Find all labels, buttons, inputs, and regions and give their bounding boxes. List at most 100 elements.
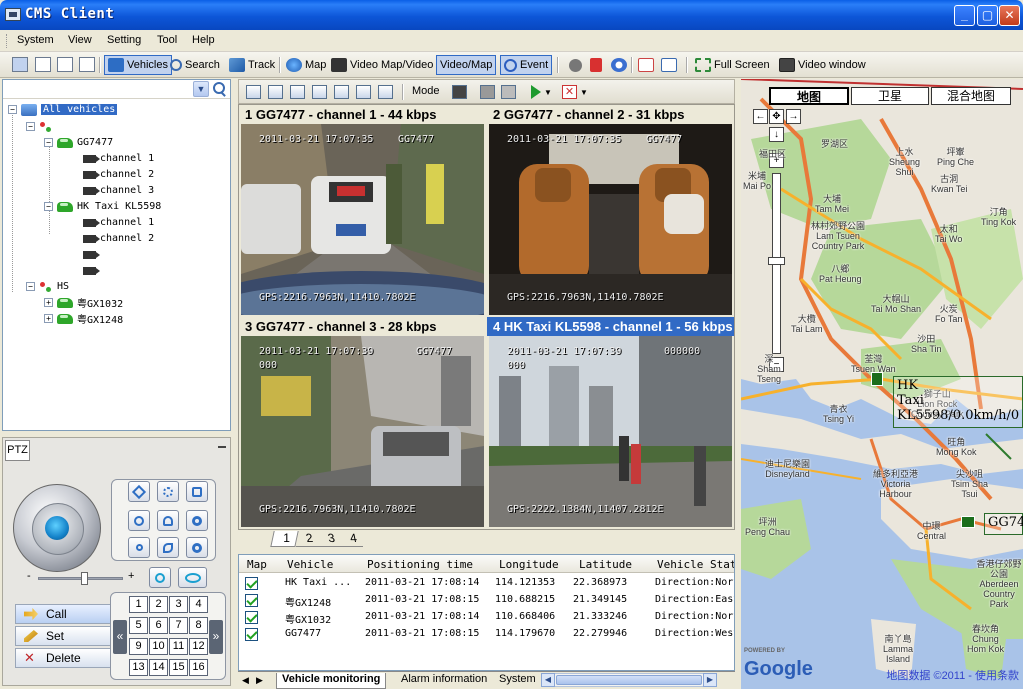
preset-14[interactable]: 14 xyxy=(149,659,168,676)
pan-center-icon[interactable]: ✥ xyxy=(769,109,784,124)
event-button[interactable]: Event xyxy=(500,55,553,75)
vehicle-map-label[interactable]: HK Taxi KL5598/0.0km/h/0 xyxy=(893,376,1023,428)
map-tab-map[interactable]: 地图 xyxy=(769,87,849,105)
report-button[interactable] xyxy=(635,55,657,75)
tree-channel[interactable]: channel 2 xyxy=(83,231,154,246)
capture-icon[interactable] xyxy=(452,85,467,99)
mode-button[interactable]: Mode xyxy=(412,85,440,97)
table-row[interactable]: 粤GX1248 2011-03-21 17:08:15 110.688215 2… xyxy=(239,592,734,609)
intercom-button[interactable] xyxy=(587,55,605,75)
preset-11[interactable]: 11 xyxy=(169,638,188,655)
tree-vehicle-hk-taxi[interactable]: − HK Taxi KL5598 xyxy=(44,199,161,214)
preset-6[interactable]: 6 xyxy=(149,617,168,634)
layout-right-panel-button[interactable] xyxy=(79,57,95,72)
collapse-icon[interactable]: − xyxy=(26,282,35,291)
preset-next-button[interactable]: » xyxy=(209,620,223,654)
preset-8[interactable]: 8 xyxy=(189,617,208,634)
tree-channel[interactable]: channel 3 xyxy=(83,183,154,198)
bulb-icon[interactable] xyxy=(149,567,171,588)
tree-channel[interactable]: channel 1 xyxy=(83,215,154,230)
video-feed[interactable]: 2011-03-21 17:07:35 GG7477 GPS:2216.7963… xyxy=(489,124,732,315)
tab-vehicle-monitoring[interactable]: Vehicle monitoring xyxy=(276,673,387,689)
delete-button[interactable]: ✕ Delete xyxy=(15,648,111,668)
column-header[interactable]: Vehicle xyxy=(287,558,333,571)
zoom-in-icon[interactable] xyxy=(186,537,208,558)
layout-custom-icon[interactable] xyxy=(356,85,371,99)
set-button[interactable]: Set xyxy=(15,626,111,646)
video-cell-3[interactable]: 3 GG7477 - channel 3 - 28 kbps 2011-03-2… xyxy=(239,317,486,529)
preset-prev-button[interactable]: « xyxy=(113,620,127,654)
mic-icon[interactable] xyxy=(501,85,516,99)
preset-15[interactable]: 15 xyxy=(169,659,188,676)
tab-alarm-information[interactable]: Alarm information xyxy=(396,673,492,689)
scrollbar-thumb[interactable] xyxy=(556,675,702,685)
scroll-left-icon[interactable]: ◀ xyxy=(541,673,555,687)
full-screen-button[interactable]: Full Screen xyxy=(692,55,773,75)
video-page-tab-4[interactable]: 4 xyxy=(340,531,363,547)
preset-1[interactable]: 1 xyxy=(129,596,148,613)
pan-down-icon[interactable]: ↓ xyxy=(769,127,784,142)
video-page-tab-2[interactable]: 2 xyxy=(296,531,319,547)
tab-system[interactable]: System xyxy=(494,673,541,689)
speaker-icon[interactable] xyxy=(480,85,495,99)
collapse-icon[interactable] xyxy=(218,446,226,448)
tree-channel[interactable] xyxy=(83,263,100,278)
layout-split-button[interactable] xyxy=(57,57,73,72)
map-tab-satellite[interactable]: 卫星 xyxy=(851,87,929,105)
layout-9-icon[interactable] xyxy=(290,85,305,99)
play-icon[interactable] xyxy=(531,85,541,99)
table-row[interactable]: HK Taxi ... 2011-03-21 17:08:14 114.1213… xyxy=(239,575,734,592)
chevron-down-icon[interactable]: ▼ xyxy=(544,88,552,97)
iris-icon[interactable] xyxy=(157,481,179,502)
tree-vehicle-gg7477[interactable]: − GG7477 xyxy=(44,135,113,150)
preset-10[interactable]: 10 xyxy=(149,638,168,655)
people-icon[interactable] xyxy=(157,510,179,531)
tree-vehicle[interactable]: + 粤GX1248 xyxy=(44,311,123,326)
tab-scroll-right-icon[interactable]: ▶ xyxy=(256,675,263,686)
layout-16-icon[interactable] xyxy=(312,85,327,99)
chevron-down-icon[interactable]: ▼ xyxy=(580,88,588,97)
menu-setting[interactable]: Setting xyxy=(107,34,141,46)
collapse-icon[interactable]: − xyxy=(44,138,53,147)
layout-1-icon[interactable] xyxy=(246,85,261,99)
tree-root[interactable]: − All vehicles xyxy=(8,102,118,117)
speed-slider-thumb[interactable] xyxy=(80,572,88,585)
column-header[interactable]: Map xyxy=(247,558,267,571)
video-page-tab-3[interactable]: 3 xyxy=(318,531,341,547)
vehicle-marker-icon[interactable] xyxy=(871,372,883,386)
map-checkbox[interactable] xyxy=(245,577,258,590)
vehicle-map-label[interactable]: GG74 xyxy=(984,513,1023,535)
call-button[interactable]: Call xyxy=(15,604,111,624)
preset-9[interactable]: 9 xyxy=(129,638,148,655)
expand-icon[interactable]: + xyxy=(44,314,53,323)
video-map-button[interactable]: Video/Map xyxy=(436,55,497,75)
tree-channel[interactable] xyxy=(83,247,100,262)
video-page-tab-1[interactable]: 1 xyxy=(270,531,299,547)
stop-all-icon[interactable]: ✕ xyxy=(562,85,577,99)
column-header[interactable]: Latitude xyxy=(579,558,632,571)
wiper-icon[interactable] xyxy=(157,537,179,558)
map-video-button[interactable]: Map/Video xyxy=(378,55,436,75)
map-checkbox[interactable] xyxy=(245,594,258,607)
preset-4[interactable]: 4 xyxy=(189,596,208,613)
ptz-tab[interactable]: PTZ xyxy=(5,440,30,461)
menu-system[interactable]: System xyxy=(17,34,54,46)
preset-13[interactable]: 13 xyxy=(129,659,148,676)
video-feed[interactable]: 2011-03-21 17:07:39 GG7477 000 GPS:2216.… xyxy=(241,336,484,527)
preset-7[interactable]: 7 xyxy=(169,617,188,634)
video-button[interactable]: Video xyxy=(328,55,381,75)
collapse-icon[interactable]: − xyxy=(26,122,35,131)
minimize-button[interactable]: _ xyxy=(954,5,975,26)
menu-help[interactable]: Help xyxy=(192,34,215,46)
focus-near-icon[interactable] xyxy=(128,510,150,531)
pan-right-icon[interactable]: → xyxy=(786,109,801,124)
vehicles-button[interactable]: Vehicles xyxy=(104,55,172,75)
track-button[interactable]: Track xyxy=(226,55,278,75)
tree-channel[interactable]: channel 1 xyxy=(83,151,154,166)
tree-channel[interactable]: channel 2 xyxy=(83,167,154,182)
pan-left-icon[interactable]: ← xyxy=(753,109,768,124)
video-cell-1[interactable]: 1 GG7477 - channel 1 - 44 kbps 2011-03-2… xyxy=(239,105,486,317)
light-icon[interactable] xyxy=(186,481,208,502)
layout-fit-icon[interactable] xyxy=(378,85,393,99)
zoom-slider-thumb[interactable] xyxy=(768,257,785,265)
